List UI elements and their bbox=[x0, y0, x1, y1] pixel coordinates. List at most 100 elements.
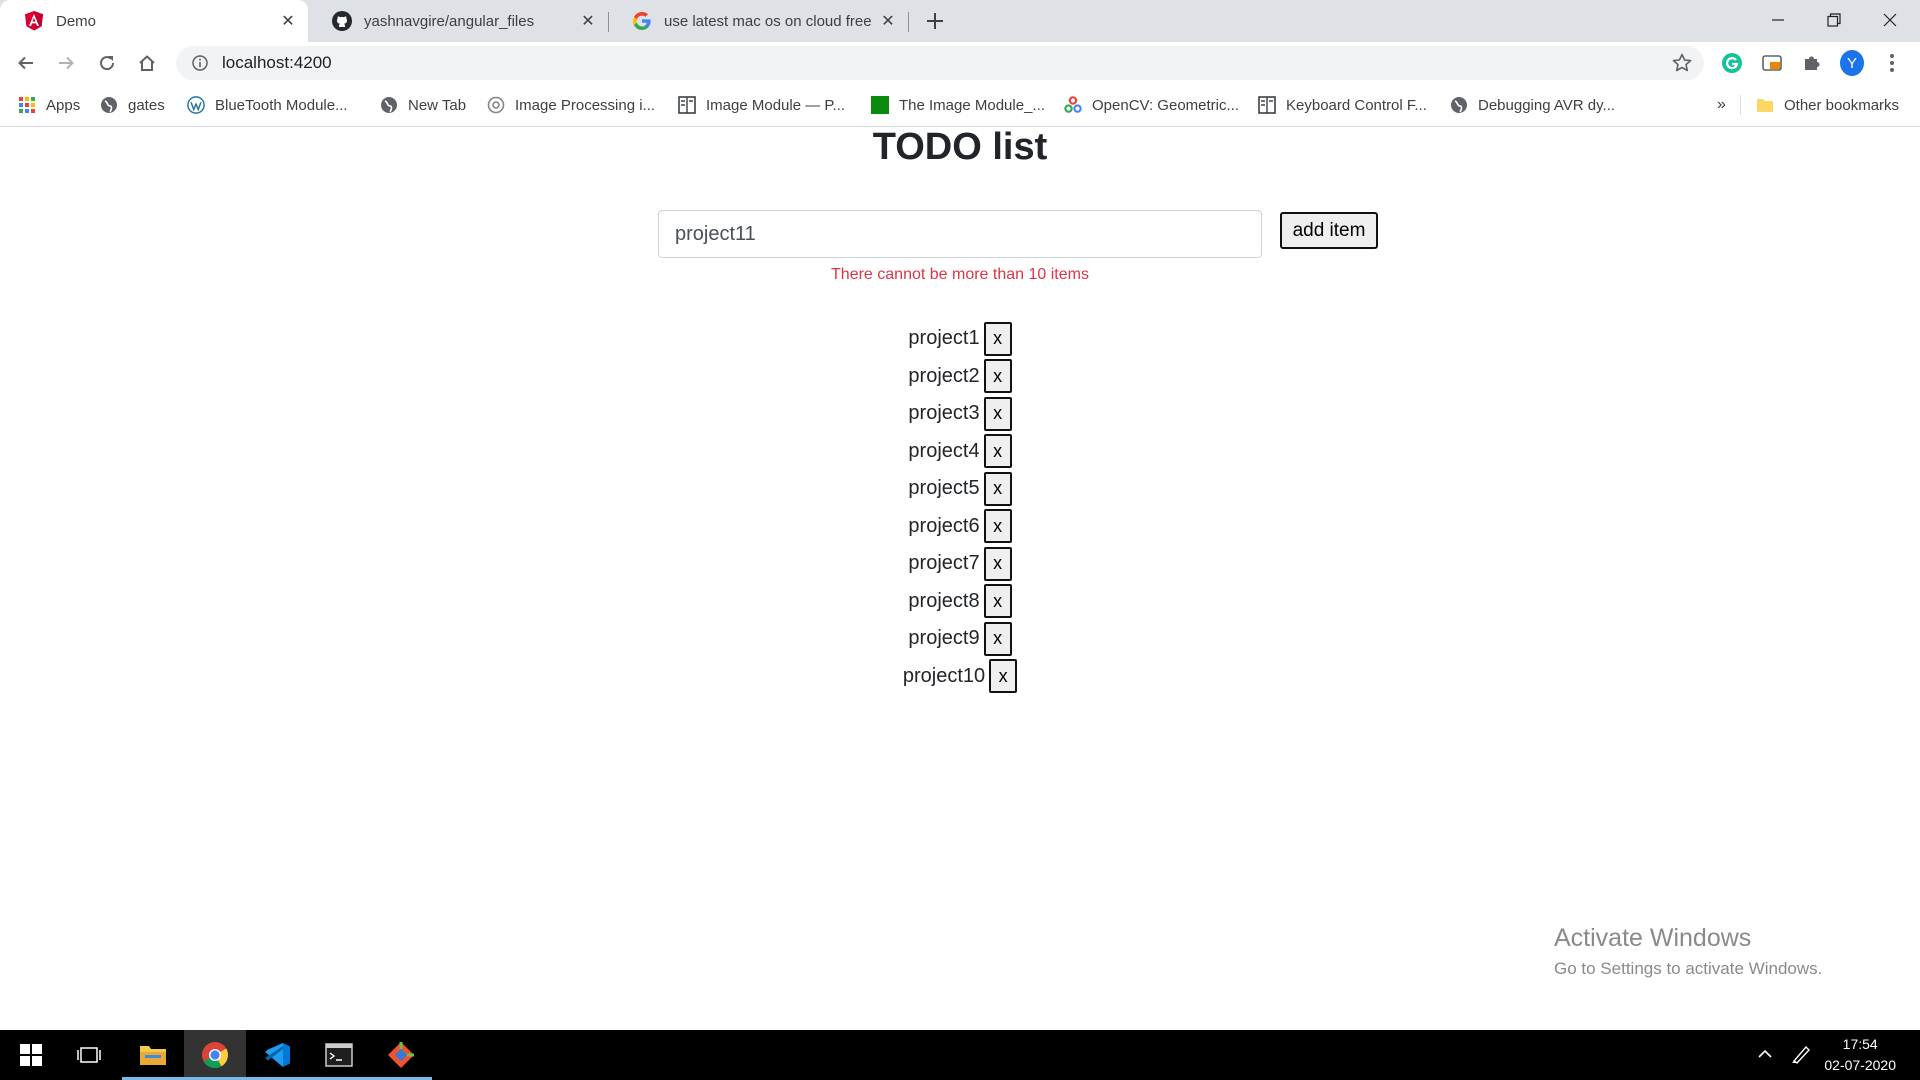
forward-button[interactable] bbox=[50, 47, 82, 79]
windows-logo-icon bbox=[20, 1044, 42, 1066]
bookmark-label: Image Processing i... bbox=[515, 96, 656, 114]
bookmark-label: OpenCV: Geometric... bbox=[1092, 96, 1239, 114]
bookmark-gates[interactable]: gates bbox=[100, 94, 165, 116]
taskbar-terminal[interactable] bbox=[308, 1030, 370, 1080]
item-label: project2 bbox=[908, 364, 980, 387]
bookmark-label: The Image Module_... bbox=[899, 96, 1045, 114]
bookmark-star-icon[interactable] bbox=[1672, 53, 1692, 73]
close-icon[interactable]: ✕ bbox=[278, 11, 298, 31]
apps-grid-icon bbox=[18, 96, 36, 114]
reload-icon bbox=[100, 56, 115, 71]
delete-item-button[interactable]: x bbox=[983, 584, 1012, 619]
book-icon bbox=[678, 96, 696, 114]
bookmark-divider bbox=[1740, 95, 1741, 115]
grammarly-icon[interactable] bbox=[1720, 51, 1744, 75]
delete-item-button[interactable]: x bbox=[983, 471, 1012, 506]
task-view-button[interactable] bbox=[58, 1030, 120, 1080]
delete-item-button[interactable]: x bbox=[983, 396, 1012, 431]
delete-item-button[interactable]: x bbox=[983, 546, 1012, 581]
git-icon bbox=[388, 1042, 414, 1068]
clock-date: 02-07-2020 bbox=[1824, 1057, 1896, 1073]
list-item: project4 x bbox=[0, 433, 1920, 471]
reload-button[interactable] bbox=[91, 47, 123, 79]
bookmark-the-image-module[interactable]: The Image Module_... bbox=[871, 94, 1045, 116]
delete-item-button[interactable]: x bbox=[983, 509, 1012, 544]
globe-icon bbox=[380, 96, 398, 114]
list-item: project6 x bbox=[0, 508, 1920, 546]
tab-title: yashnavgire/angular_files bbox=[364, 12, 535, 30]
bookmark-keyboard-control[interactable]: Keyboard Control F... bbox=[1258, 94, 1427, 116]
delete-item-button[interactable]: x bbox=[983, 621, 1012, 656]
plus-icon bbox=[927, 13, 943, 29]
item-label: project1 bbox=[908, 327, 980, 350]
bookmark-new-tab[interactable]: New Tab bbox=[380, 94, 466, 116]
bookmark-other-bookmarks[interactable]: Other bookmarks bbox=[1756, 94, 1899, 116]
bookmark-opencv[interactable]: OpenCV: Geometric... bbox=[1064, 94, 1239, 116]
opencv-icon bbox=[1064, 96, 1082, 114]
home-button[interactable] bbox=[131, 47, 163, 79]
bookmark-apps[interactable]: Apps bbox=[18, 94, 80, 116]
back-button[interactable] bbox=[10, 47, 42, 79]
list-item: project3 x bbox=[0, 395, 1920, 433]
tab-github[interactable]: yashnavgire/angular_files ✕ bbox=[308, 0, 608, 42]
taskbar-git-gui[interactable] bbox=[370, 1030, 432, 1080]
restore-button[interactable] bbox=[1806, 0, 1862, 40]
profile-avatar[interactable]: Y bbox=[1840, 50, 1864, 76]
bookmarks-bar: Apps gates BlueTooth Module... New Tab I… bbox=[0, 84, 1920, 127]
book-icon bbox=[1258, 96, 1276, 114]
tab-demo[interactable]: Demo ✕ bbox=[0, 0, 308, 42]
start-button[interactable] bbox=[0, 1030, 62, 1080]
taskbar-vscode[interactable] bbox=[246, 1030, 308, 1080]
activate-windows-watermark: Activate Windows Go to Settings to activ… bbox=[1554, 924, 1822, 979]
delete-item-button[interactable]: x bbox=[983, 434, 1012, 469]
item-label: project3 bbox=[908, 402, 980, 425]
tab-google[interactable]: use latest mac os on cloud free ✕ bbox=[608, 0, 908, 42]
bookmark-debugging-avr[interactable]: Debugging AVR dy... bbox=[1450, 94, 1615, 116]
new-tab-button[interactable] bbox=[922, 8, 948, 34]
todo-input[interactable] bbox=[658, 210, 1262, 258]
address-bar[interactable]: localhost:4200 bbox=[176, 46, 1704, 80]
tab-title: Demo bbox=[56, 12, 97, 30]
menu-dots-icon[interactable] bbox=[1880, 51, 1904, 75]
browser-toolbar: localhost:4200 Y bbox=[0, 42, 1920, 84]
close-icon[interactable]: ✕ bbox=[878, 11, 898, 31]
list-item: project8 x bbox=[0, 583, 1920, 621]
chrome-icon bbox=[202, 1042, 228, 1069]
bookmark-label: Apps bbox=[46, 96, 81, 114]
delete-item-button[interactable]: x bbox=[983, 359, 1012, 394]
close-icon[interactable]: ✕ bbox=[578, 11, 598, 31]
delete-item-button[interactable]: x bbox=[989, 659, 1018, 694]
bookmark-label: Debugging AVR dy... bbox=[1478, 96, 1616, 114]
bookmark-bluetooth-module[interactable]: BlueTooth Module... bbox=[187, 94, 348, 116]
delete-item-button[interactable]: x bbox=[983, 321, 1012, 356]
bookmark-label: Image Module — P... bbox=[706, 96, 845, 114]
bookmark-image-module[interactable]: Image Module — P... bbox=[678, 94, 845, 116]
item-label: project6 bbox=[908, 514, 980, 537]
settings-globe-icon bbox=[487, 96, 505, 114]
pen-icon[interactable] bbox=[1790, 1043, 1812, 1070]
item-label: project10 bbox=[902, 664, 986, 687]
home-icon bbox=[139, 55, 155, 71]
info-icon[interactable] bbox=[190, 53, 210, 73]
profile-initial: Y bbox=[1840, 50, 1864, 76]
close-window-button[interactable] bbox=[1862, 0, 1918, 40]
cast-icon[interactable] bbox=[1760, 51, 1784, 75]
vscode-icon bbox=[265, 1043, 290, 1067]
minimize-button[interactable] bbox=[1750, 0, 1806, 40]
taskbar-file-explorer[interactable] bbox=[122, 1030, 184, 1080]
url-text: localhost:4200 bbox=[222, 53, 332, 72]
bookmarks-overflow-button[interactable]: » bbox=[1717, 94, 1726, 116]
add-item-button[interactable]: add item bbox=[1280, 212, 1378, 249]
bookmark-image-processing[interactable]: Image Processing i... bbox=[487, 94, 655, 116]
page-title: TODO list bbox=[872, 126, 1048, 168]
taskbar-clock[interactable]: 17:54 02-07-2020 bbox=[1824, 1034, 1896, 1076]
extensions-puzzle-icon[interactable] bbox=[1800, 51, 1824, 75]
minimize-icon bbox=[1772, 19, 1784, 21]
globe-icon bbox=[100, 96, 118, 114]
taskbar-chrome[interactable] bbox=[184, 1030, 246, 1080]
angular-icon bbox=[24, 11, 44, 31]
item-label: project7 bbox=[908, 552, 980, 575]
chevron-up-icon[interactable] bbox=[1756, 1045, 1774, 1068]
bookmark-label: Keyboard Control F... bbox=[1286, 96, 1427, 114]
green-square-icon bbox=[871, 96, 889, 114]
